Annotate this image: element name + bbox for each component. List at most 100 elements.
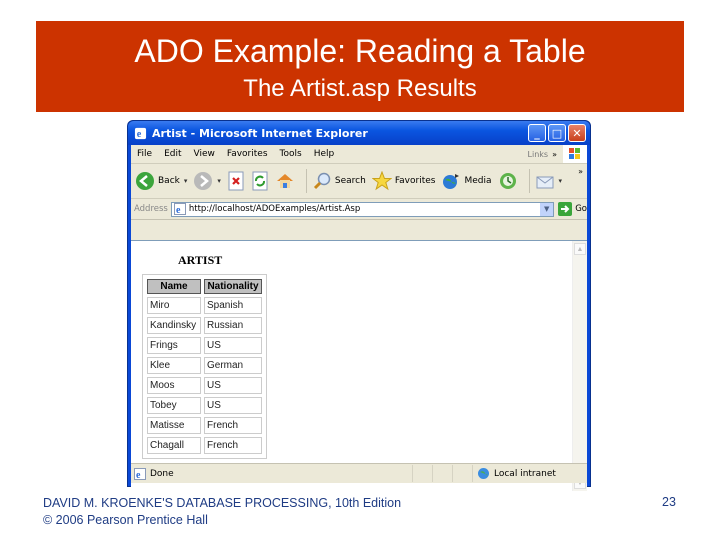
cell-nationality: French <box>204 417 262 434</box>
standard-toolbar: Back ▾ ▾ Search Favorites Media ▾ » <box>131 164 587 199</box>
minimize-button[interactable]: _ <box>528 124 546 142</box>
status-panel <box>412 465 432 482</box>
home-button[interactable] <box>275 171 295 191</box>
cell-name: Kandinsky <box>147 317 201 334</box>
media-globe-icon <box>443 174 460 189</box>
favorites-star-icon <box>371 171 392 191</box>
mail-button[interactable]: ▾ <box>535 171 563 191</box>
scroll-up-icon[interactable]: ▲ <box>574 243 586 255</box>
cell-nationality: US <box>204 397 262 414</box>
address-dropdown-icon[interactable]: ▼ <box>540 202 554 216</box>
footer-copyright: © 2006 Pearson Prentice Hall <box>43 513 208 527</box>
footer-book-title: DAVID M. KROENKE'S DATABASE PROCESSING, … <box>43 496 402 510</box>
links-button[interactable]: Links <box>528 150 553 159</box>
windows-flag-icon <box>563 145 587 163</box>
cell-name: Klee <box>147 357 201 374</box>
page-heading: ARTIST <box>178 253 223 267</box>
page-done-icon: e <box>134 467 146 480</box>
page-viewport: ARTIST Name Nationality Miro Spanish Kand… <box>131 240 587 491</box>
back-dropdown-icon[interactable]: ▾ <box>184 177 188 185</box>
cell-name: Miro <box>147 297 201 314</box>
maximize-icon: □ <box>551 126 563 140</box>
column-header-nationality: Nationality <box>204 279 262 294</box>
table-row: Tobey US <box>147 397 262 414</box>
slide-title-band: ADO Example: Reading a Table The Artist.… <box>36 21 684 112</box>
stop-button[interactable] <box>227 171 245 191</box>
home-icon <box>276 174 293 188</box>
table-row: Kandinsky Russian <box>147 317 262 334</box>
close-button[interactable]: ✕ <box>568 124 586 142</box>
refresh-icon <box>252 171 268 191</box>
mail-dropdown-icon[interactable]: ▾ <box>559 177 563 185</box>
slide-subtitle: The Artist.asp Results <box>243 75 477 102</box>
status-panel <box>452 465 472 482</box>
status-panel <box>432 465 452 482</box>
go-arrow-icon <box>558 202 573 216</box>
vertical-scrollbar[interactable]: ▲ ▼ <box>572 241 587 491</box>
back-button[interactable]: Back ▾ <box>135 171 187 191</box>
svg-text:e: e <box>176 205 181 215</box>
intranet-zone-icon <box>478 468 489 479</box>
toolbar-separator <box>528 169 530 193</box>
cell-nationality: French <box>204 437 262 454</box>
slide-footer: DAVID M. KROENKE'S DATABASE PROCESSING, … <box>43 495 401 529</box>
toolbar-overflow-chevron-icon[interactable]: » <box>578 167 583 176</box>
forward-arrow-icon <box>194 172 213 190</box>
address-input[interactable]: e http://localhost/ADOExamples/Artist.As… <box>170 201 555 217</box>
search-button[interactable]: Search <box>312 171 366 191</box>
table-row: Matisse French <box>147 417 262 434</box>
cell-name: Frings <box>147 337 201 354</box>
search-icon <box>313 172 331 190</box>
maximize-button[interactable]: □ <box>548 124 566 142</box>
menu-favorites[interactable]: Favorites <box>221 149 274 159</box>
history-icon <box>499 173 516 189</box>
table-row: Miro Spanish <box>147 297 262 314</box>
stop-icon <box>228 171 244 191</box>
refresh-button[interactable] <box>251 171 269 191</box>
go-button[interactable]: Go <box>558 202 587 216</box>
cell-nationality: US <box>204 377 262 394</box>
window-title-bar[interactable]: e Artist - Microsoft Internet Explorer _… <box>128 121 590 145</box>
back-label: Back <box>158 176 180 186</box>
menu-bar: File Edit View Favorites Tools Help Link… <box>131 145 587 164</box>
table-row: Chagall French <box>147 437 262 454</box>
address-bar: Address e http://localhost/ADOExamples/A… <box>131 199 587 220</box>
ie-logo-icon: e <box>134 127 147 140</box>
menu-tools[interactable]: Tools <box>274 149 308 159</box>
forward-button[interactable]: ▾ <box>193 171 221 191</box>
menu-help[interactable]: Help <box>308 149 341 159</box>
forward-dropdown-icon[interactable]: ▾ <box>217 177 221 185</box>
status-bar: e Done Local intranet <box>131 463 587 483</box>
menu-file[interactable]: File <box>131 149 158 159</box>
table-row: Frings US <box>147 337 262 354</box>
table-header-row: Name Nationality <box>147 279 262 294</box>
links-chevron-icon[interactable]: » <box>552 150 563 159</box>
toolbar-separator <box>305 169 307 193</box>
media-label: Media <box>464 176 492 186</box>
svg-text:e: e <box>136 470 141 480</box>
page-icon: e <box>173 203 186 215</box>
table-row: Klee German <box>147 357 262 374</box>
svg-text:e: e <box>137 129 142 140</box>
column-header-name: Name <box>147 279 201 294</box>
back-arrow-icon <box>136 172 154 190</box>
minimize-icon: _ <box>534 126 540 140</box>
cell-nationality: German <box>204 357 262 374</box>
close-icon: ✕ <box>572 126 582 140</box>
cell-nationality: US <box>204 337 262 354</box>
status-text: Done <box>150 468 174 479</box>
favorites-label: Favorites <box>394 176 436 186</box>
slide-page-number: 23 <box>662 495 676 509</box>
menu-edit[interactable]: Edit <box>158 149 187 159</box>
history-button[interactable] <box>498 171 518 191</box>
window-title: Artist - Microsoft Internet Explorer <box>152 126 368 140</box>
search-label: Search <box>334 176 366 186</box>
go-label: Go <box>575 204 587 214</box>
browser-body: File Edit View Favorites Tools Help Link… <box>131 145 587 491</box>
media-button[interactable]: Media <box>441 171 492 191</box>
cell-name: Matisse <box>147 417 201 434</box>
address-url: http://localhost/ADOExamples/Artist.Asp <box>188 204 361 214</box>
cell-name: Tobey <box>147 397 201 414</box>
favorites-button[interactable]: Favorites <box>371 171 436 191</box>
menu-view[interactable]: View <box>188 149 221 159</box>
